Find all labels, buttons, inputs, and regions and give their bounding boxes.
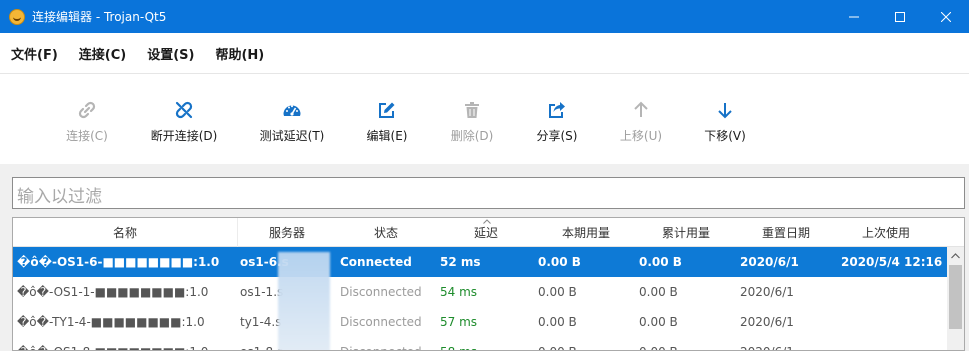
disconnect-label: 断开连接(D) xyxy=(150,129,218,143)
column-header-name[interactable]: 名称 xyxy=(13,218,237,247)
move-up-label: 上移(U) xyxy=(619,129,663,143)
table-row[interactable]: �ô�-TY1-4-■■■■■■■■:1.0 ty1-4.s Disconnec… xyxy=(13,307,947,337)
row-latency: 58 ms xyxy=(440,337,520,350)
menu-help[interactable]: 帮助(H) xyxy=(215,44,264,63)
row-current-usage: 0.00 B xyxy=(538,285,577,299)
row-latency: 52 ms xyxy=(440,255,481,269)
edit-icon xyxy=(377,100,397,120)
share-icon xyxy=(547,100,567,120)
column-header-current-usage[interactable]: 本期用量 xyxy=(536,218,636,247)
column-header-total-usage[interactable]: 累计用量 xyxy=(636,218,736,247)
title-bar: 连接编辑器 - Trojan-Qt5 xyxy=(0,0,969,33)
app-logo-icon xyxy=(9,8,25,25)
row-total-usage: 0.00 B xyxy=(639,337,719,350)
row-current-usage: 0.00 B xyxy=(538,255,581,269)
speedometer-icon xyxy=(282,100,302,120)
minimize-icon xyxy=(849,16,859,17)
row-latency: 54 ms xyxy=(440,285,478,299)
table-header: 名称 服务器 状态 延迟 本期用量 累计用量 重置日期 上次使用 xyxy=(13,218,964,247)
row-name: �ô�-OS1-6-■■■■■■■■:1.0 xyxy=(17,255,220,269)
row-reset-date: 2020/6/1 xyxy=(740,337,830,350)
row-last-used: 2020/5/4 12:16 xyxy=(841,255,943,269)
row-status: Disconnected xyxy=(340,315,422,329)
test-latency-label: 测试延迟(T) xyxy=(259,129,325,143)
row-reset-date: 2020/6/1 xyxy=(740,285,794,299)
row-last-used xyxy=(841,337,951,350)
close-icon xyxy=(941,11,951,22)
column-header-status[interactable]: 状态 xyxy=(336,218,436,247)
move-down-button[interactable]: 下移(V) xyxy=(670,100,780,144)
connect-label: 连接(C) xyxy=(66,129,108,143)
arrow-down-icon xyxy=(715,100,735,120)
vertical-scrollbar[interactable] xyxy=(947,247,964,350)
disconnect-button[interactable]: 断开连接(D) xyxy=(129,100,239,144)
link-icon xyxy=(77,100,97,120)
table-row[interactable]: �ô�-OS1-1-■■■■■■■■:1.0 os1-1.s Disconnec… xyxy=(13,277,947,307)
row-current-usage: 0.00 B xyxy=(538,315,577,329)
column-header-reset-date[interactable]: 重置日期 xyxy=(736,218,836,247)
table-row[interactable]: �ô�-OS1-8-■■■■■■■■:1.0 os1-8.s Disconnec… xyxy=(13,337,947,350)
row-name: �ô�-TY1-4-■■■■■■■■:1.0 xyxy=(17,315,205,329)
test-latency-button[interactable]: 测试延迟(T) xyxy=(237,100,347,144)
row-status: Disconnected xyxy=(340,337,450,350)
row-current-usage: 0.00 B xyxy=(538,337,618,350)
table-row[interactable]: �ô�-OS1-6-■■■■■■■■:1.0 os1-6.s Connected… xyxy=(13,247,947,277)
column-header-server[interactable]: 服务器 xyxy=(238,218,336,247)
redaction-overlay xyxy=(278,252,330,350)
row-name: �ô�-OS1-8-■■■■■■■■:1.0 xyxy=(17,337,237,350)
column-header-last-used[interactable]: 上次使用 xyxy=(836,218,936,247)
arrow-up-icon xyxy=(631,100,651,120)
menu-settings[interactable]: 设置(S) xyxy=(147,44,194,63)
maximize-icon xyxy=(895,11,905,22)
row-reset-date: 2020/6/1 xyxy=(740,315,794,329)
chevron-up-icon xyxy=(951,252,960,258)
close-button[interactable] xyxy=(923,0,969,33)
row-last-used xyxy=(841,277,951,307)
minimize-button[interactable] xyxy=(831,0,877,33)
connect-button[interactable]: 连接(C) xyxy=(32,100,142,144)
unlink-icon xyxy=(174,100,194,120)
menu-connection[interactable]: 连接(C) xyxy=(79,44,126,63)
row-total-usage: 0.00 B xyxy=(639,285,678,299)
delete-label: 删除(D) xyxy=(450,129,494,143)
row-total-usage: 0.00 B xyxy=(639,315,678,329)
move-down-label: 下移(V) xyxy=(704,129,746,143)
edit-label: 编辑(E) xyxy=(366,129,408,143)
sort-ascending-icon xyxy=(483,219,491,224)
window-title: 连接编辑器 - Trojan-Qt5 xyxy=(32,10,167,24)
row-reset-date: 2020/6/1 xyxy=(740,255,799,269)
row-total-usage: 0.00 B xyxy=(639,255,682,269)
row-last-used xyxy=(841,307,951,337)
row-latency: 57 ms xyxy=(440,315,478,329)
maximize-button[interactable] xyxy=(877,0,923,33)
row-name: �ô�-OS1-1-■■■■■■■■:1.0 xyxy=(17,285,209,299)
toolbar: 连接(C) 断开连接(D) 测试延迟(T) 编辑(E) 删除(D) 分享(S) xyxy=(0,73,969,164)
connection-table: 名称 服务器 状态 延迟 本期用量 累计用量 重置日期 上次使用 �ô�-OS1… xyxy=(12,217,965,351)
row-status: Connected xyxy=(340,255,412,269)
scroll-up-button[interactable] xyxy=(947,247,964,264)
row-status: Disconnected xyxy=(340,285,422,299)
menu-file[interactable]: 文件(F) xyxy=(11,44,58,63)
filter-input[interactable]: 输入以过滤 xyxy=(12,177,965,209)
trash-icon xyxy=(462,100,482,120)
menu-bar: 文件(F) 连接(C) 设置(S) 帮助(H) xyxy=(0,33,969,73)
scrollbar-thumb[interactable] xyxy=(949,265,962,329)
window-controls xyxy=(831,0,969,33)
share-label: 分享(S) xyxy=(536,129,578,143)
